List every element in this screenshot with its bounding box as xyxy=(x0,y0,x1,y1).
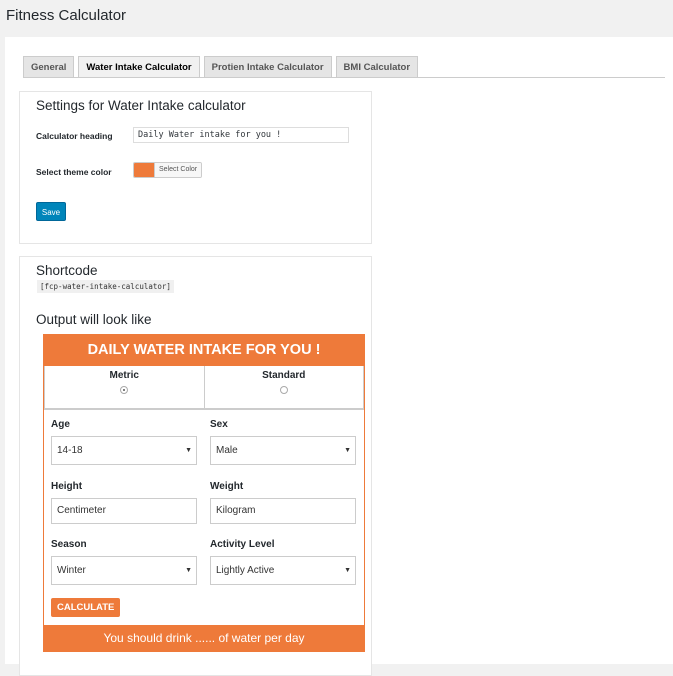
shortcode-code: [fcp-water-intake-calculator] xyxy=(37,280,174,293)
tab-bar: General Water Intake Calculator Protien … xyxy=(23,56,422,78)
tab-general[interactable]: General xyxy=(23,56,75,77)
tab-protien-intake[interactable]: Protien Intake Calculator xyxy=(203,56,332,77)
activity-label: Activity Level xyxy=(210,539,275,550)
season-select[interactable]: Winter ▼ xyxy=(51,556,197,585)
unit-standard-label: Standard xyxy=(262,370,306,381)
calculator-heading-input[interactable]: Daily Water intake for you ! xyxy=(133,127,349,143)
chevron-down-icon: ▼ xyxy=(344,567,351,574)
settings-panel: Settings for Water Intake calculator Cal… xyxy=(19,91,372,244)
save-button[interactable]: Save xyxy=(36,202,66,221)
activity-value: Lightly Active xyxy=(216,565,275,576)
unit-selector: Metric Standard xyxy=(44,366,364,410)
color-picker[interactable]: Select Color xyxy=(133,162,203,178)
chevron-down-icon: ▼ xyxy=(185,567,192,574)
season-value: Winter xyxy=(57,565,86,576)
calculator-heading-label: Calculator heading xyxy=(36,131,113,141)
shortcode-panel: Shortcode [fcp-water-intake-calculator] … xyxy=(19,256,372,676)
season-label: Season xyxy=(51,539,87,550)
sex-select[interactable]: Male ▼ xyxy=(210,436,356,465)
age-select[interactable]: 14-18 ▼ xyxy=(51,436,197,465)
age-value: 14-18 xyxy=(57,445,83,456)
height-label: Height xyxy=(51,481,83,492)
calculator-title: DAILY WATER INTAKE FOR YOU ! xyxy=(44,335,364,366)
tab-water-intake[interactable]: Water Intake Calculator xyxy=(78,56,200,78)
color-swatch[interactable] xyxy=(134,163,154,177)
weight-label: Weight xyxy=(210,481,244,492)
calculate-button[interactable]: CALCULATE xyxy=(51,598,121,617)
metric-radio[interactable] xyxy=(120,386,129,394)
sex-label: Sex xyxy=(210,419,228,430)
output-heading: Output will look like xyxy=(36,312,152,327)
chevron-down-icon: ▼ xyxy=(344,447,351,454)
unit-metric-label: Metric xyxy=(109,370,139,381)
tab-bmi[interactable]: BMI Calculator xyxy=(335,56,419,77)
select-color-button[interactable]: Select Color xyxy=(154,163,202,177)
tab-divider xyxy=(23,77,665,78)
unit-metric[interactable]: Metric xyxy=(44,366,205,409)
unit-standard[interactable]: Standard xyxy=(204,366,364,409)
standard-radio[interactable] xyxy=(279,386,288,394)
age-label: Age xyxy=(51,419,70,430)
calculator-preview: DAILY WATER INTAKE FOR YOU ! Metric Stan… xyxy=(43,334,365,652)
height-input[interactable]: Centimeter xyxy=(51,498,197,524)
shortcode-heading: Shortcode xyxy=(36,263,98,278)
chevron-down-icon: ▼ xyxy=(185,447,192,454)
page-title: Fitness Calculator xyxy=(6,7,127,24)
sex-value: Male xyxy=(216,445,238,456)
activity-select[interactable]: Lightly Active ▼ xyxy=(210,556,356,585)
settings-heading: Settings for Water Intake calculator xyxy=(36,98,246,113)
theme-color-label: Select theme color xyxy=(36,167,112,177)
result-text: You should drink ...... of water per day xyxy=(44,625,364,651)
weight-input[interactable]: Kilogram xyxy=(210,498,356,524)
